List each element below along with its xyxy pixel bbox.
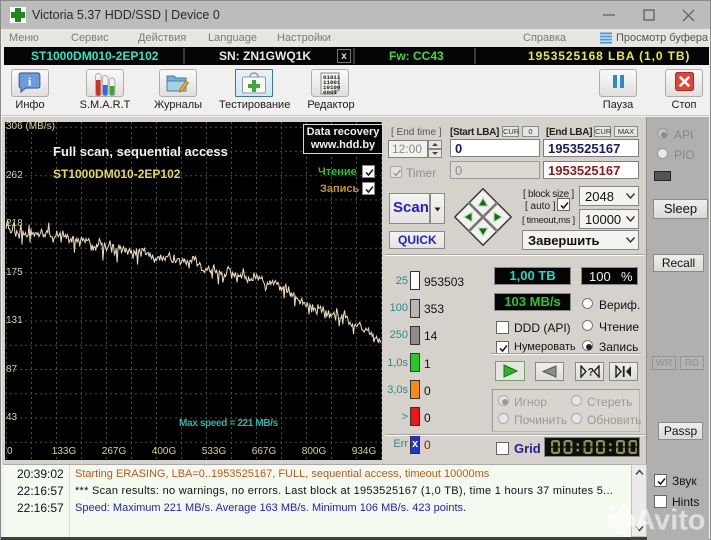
svg-text:?: ? bbox=[588, 367, 595, 379]
svg-text:0001: 0001 bbox=[323, 89, 337, 95]
svg-text:Avito: Avito bbox=[635, 505, 706, 537]
